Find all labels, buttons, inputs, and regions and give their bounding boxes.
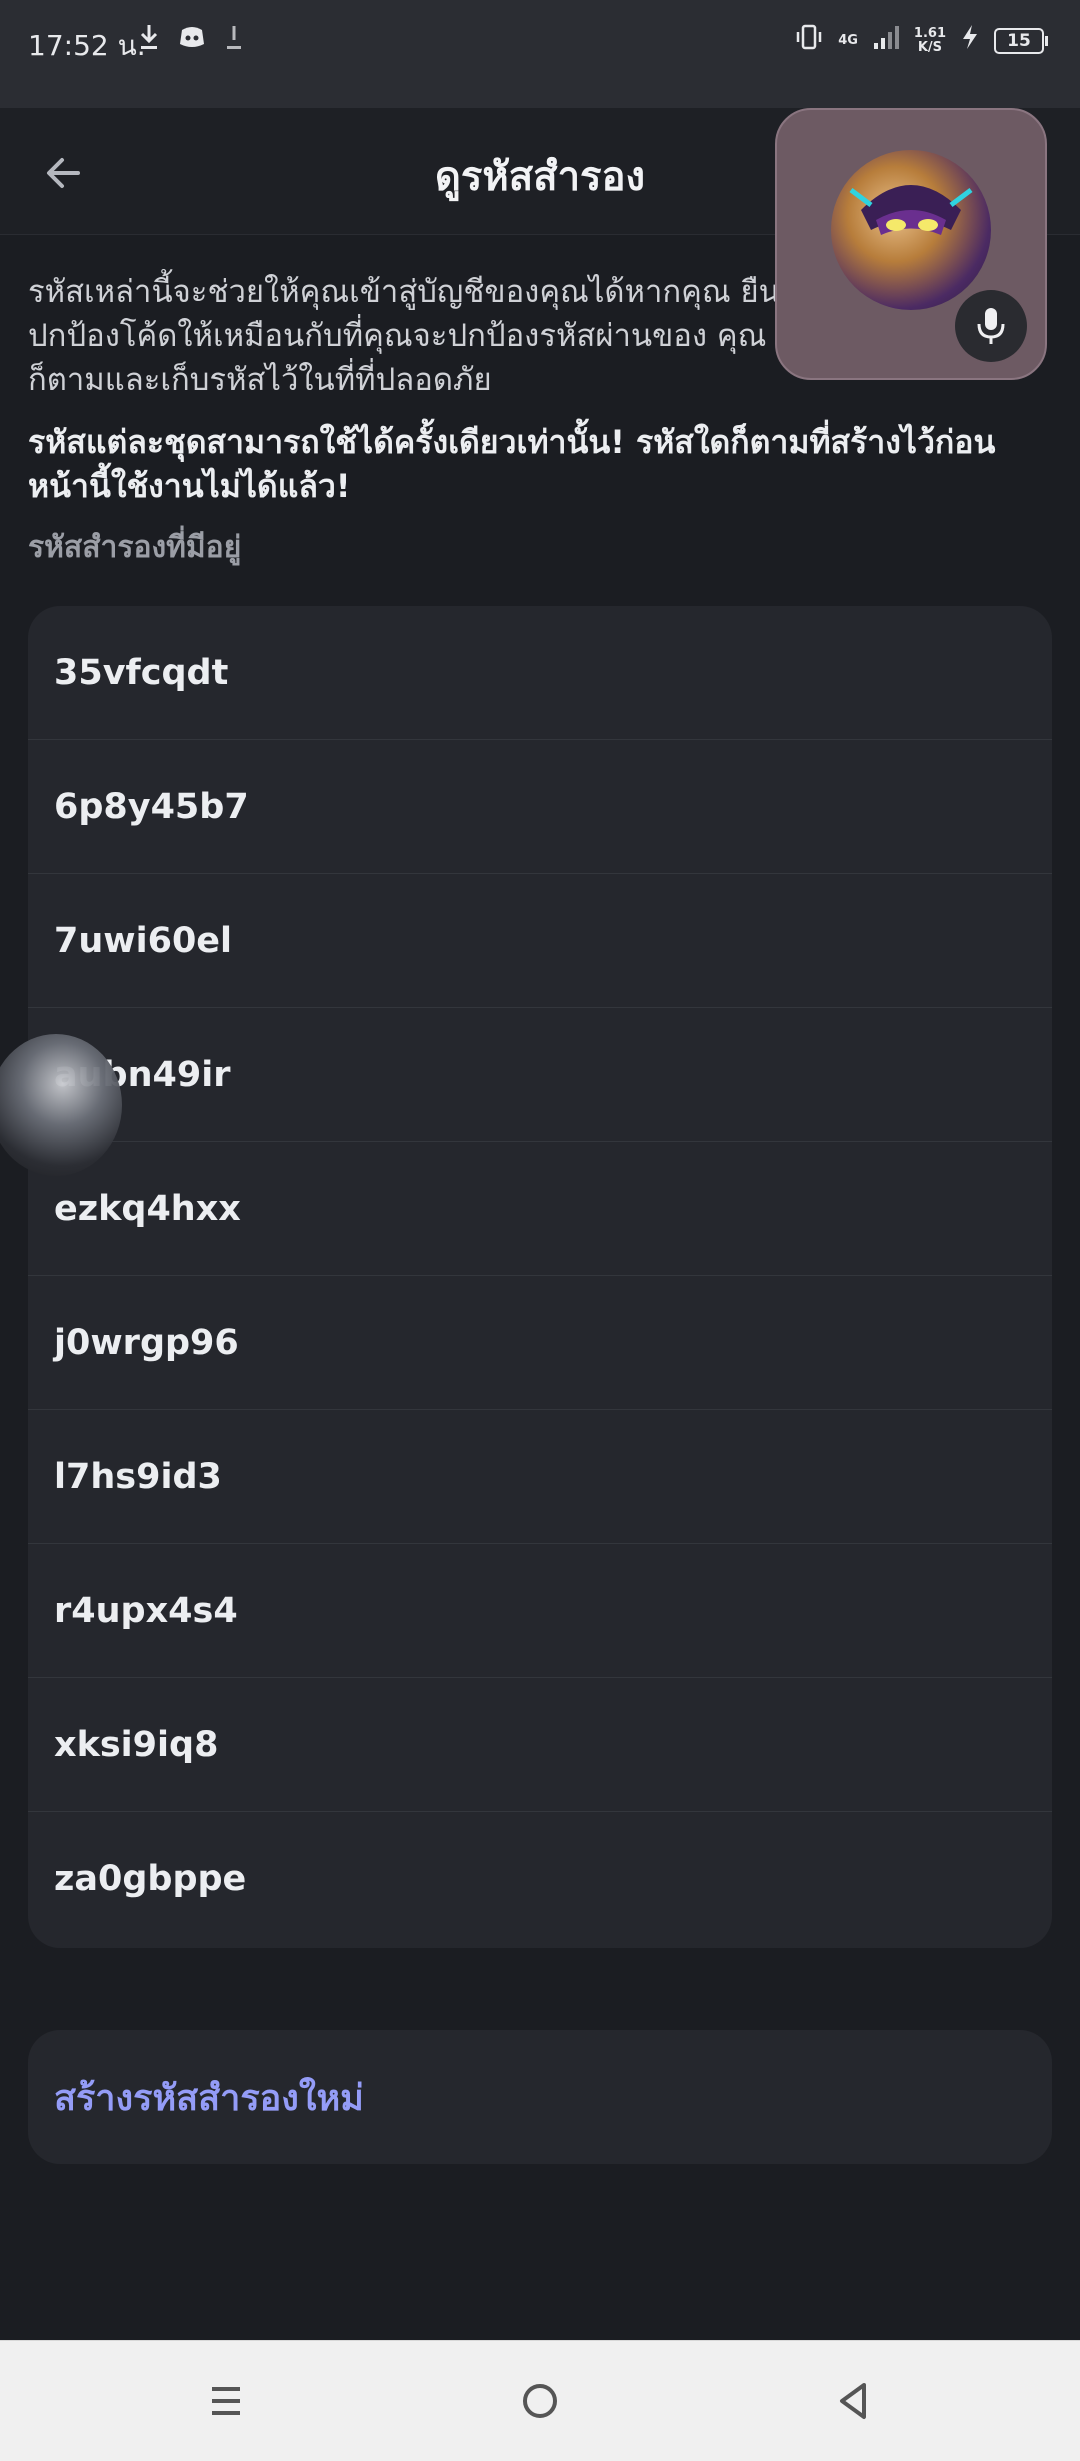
backup-code-row[interactable]: 6p8y45b7 bbox=[28, 740, 1052, 874]
download-progress-icon bbox=[224, 22, 244, 60]
system-icons: 4G 1.61 K/S 15 bbox=[794, 22, 1048, 60]
battery-indicator: 15 bbox=[994, 28, 1048, 54]
network-type: 4G bbox=[838, 33, 858, 48]
backup-code-row[interactable]: 35vfcqdt bbox=[28, 606, 1052, 740]
download-icon bbox=[138, 22, 160, 60]
charging-icon bbox=[960, 23, 980, 59]
backup-code-row[interactable]: r4upx4s4 bbox=[28, 1544, 1052, 1678]
backup-codes-list: 35vfcqdt 6p8y45b7 7uwi60el aubn49ir ezkq… bbox=[28, 606, 1052, 1948]
home-circle-icon bbox=[523, 2384, 557, 2418]
menu-icon bbox=[212, 2387, 240, 2415]
backup-code-row[interactable]: j0wrgp96 bbox=[28, 1276, 1052, 1410]
backup-code-row[interactable]: xksi9iq8 bbox=[28, 1678, 1052, 1812]
backup-code-row[interactable]: l7hs9id3 bbox=[28, 1410, 1052, 1544]
regenerate-codes-button[interactable]: สร้างรหัสสำรองใหม่ bbox=[28, 2030, 1052, 2164]
system-back-button[interactable] bbox=[826, 2373, 882, 2429]
caller-avatar bbox=[831, 150, 991, 310]
status-time: 17:52 น. bbox=[28, 29, 146, 62]
backup-code-row[interactable]: 7uwi60el bbox=[28, 874, 1052, 1008]
signal-icon bbox=[872, 23, 900, 59]
voice-call-overlay[interactable] bbox=[775, 108, 1047, 380]
microphone-icon bbox=[977, 308, 1005, 344]
status-bar: 17:52 น. 4G 1.61 K/S 15 bbox=[0, 0, 1080, 108]
discord-icon bbox=[178, 22, 206, 60]
recent-apps-button[interactable] bbox=[198, 2373, 254, 2429]
backup-code-row[interactable]: aubn49ir bbox=[28, 1008, 1052, 1142]
system-navigation-bar bbox=[0, 2340, 1080, 2461]
backup-code-row[interactable]: ezkq4hxx bbox=[28, 1142, 1052, 1276]
single-use-warning: รหัสแต่ละชุดสามารถใช้ได้ครั้งเดียวเท่านั… bbox=[28, 423, 996, 505]
triangle-back-icon bbox=[840, 2383, 866, 2419]
available-codes-label: รหัสสำรองที่มีอยู่ bbox=[28, 530, 242, 565]
vibrate-icon bbox=[794, 22, 824, 60]
mute-button[interactable] bbox=[955, 290, 1027, 362]
notification-icons bbox=[138, 22, 244, 60]
backup-code-row[interactable]: za0gbppe bbox=[28, 1812, 1052, 1946]
network-speed: 1.61 K/S bbox=[913, 26, 946, 55]
home-button[interactable] bbox=[512, 2373, 568, 2429]
